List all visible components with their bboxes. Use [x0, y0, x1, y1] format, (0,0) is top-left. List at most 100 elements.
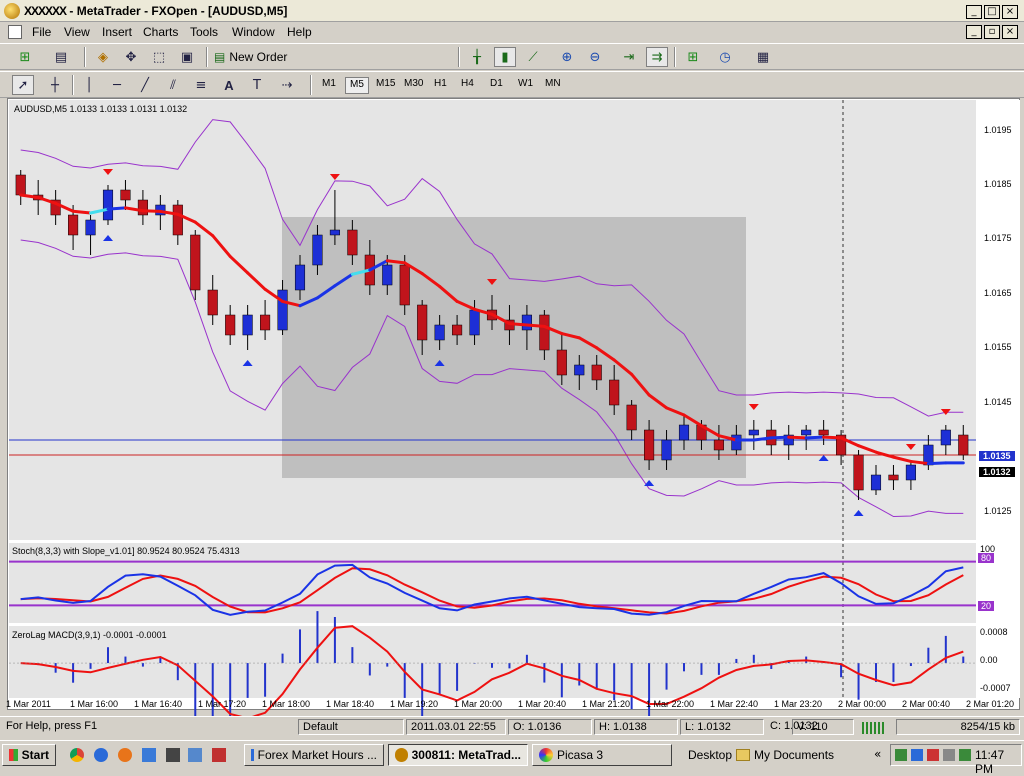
moving-average-segment — [752, 436, 773, 442]
candle-body — [85, 219, 96, 236]
candle-body — [312, 234, 323, 266]
status-datetime: 2011.03.01 22:55 — [406, 719, 506, 735]
moving-average-segment — [891, 455, 913, 463]
tray-app-icon[interactable] — [959, 749, 971, 761]
candle-body — [626, 404, 637, 431]
candle-body — [382, 264, 393, 286]
chevron-icon[interactable]: « — [874, 747, 881, 761]
moving-average-segment — [246, 271, 267, 291]
price-label: 1.0155 — [984, 342, 1012, 352]
start-button[interactable]: Start — [2, 744, 56, 766]
price-label: 1.0195 — [984, 125, 1012, 135]
candle-body — [591, 364, 602, 381]
candle-body — [137, 199, 148, 216]
desktop-toolbar[interactable]: Desktop — [688, 748, 732, 762]
status-close: C: 1.0132 — [770, 720, 818, 732]
price-label: 1.0175 — [984, 233, 1012, 243]
status-high: H: 1.0138 — [594, 719, 678, 735]
candle-body — [521, 314, 532, 331]
system-tray: 11:47 PM — [890, 744, 1022, 776]
quicklaunch-app-icon[interactable] — [166, 748, 180, 762]
candle-body — [277, 289, 288, 331]
time-axis: 1 Mar 2011 1 Mar 16:00 1 Mar 16:40 1 Mar 17… — [0, 699, 1024, 711]
quicklaunch-app-icon[interactable] — [142, 748, 156, 762]
my-documents-toolbar[interactable]: My Documents — [736, 748, 834, 762]
candle-body — [347, 229, 358, 256]
ask-price-label: 1.0132 — [979, 467, 1015, 477]
moving-average-segment — [926, 461, 948, 466]
windows-logo-icon — [9, 749, 18, 761]
candle-body — [644, 429, 655, 461]
time-label: 1 Mar 2011 — [6, 699, 51, 709]
candle-body — [120, 189, 131, 201]
buy-arrow-icon — [103, 235, 113, 241]
candle-body — [539, 314, 550, 351]
macd-level-label: 0.0008 — [980, 627, 1008, 637]
tray-app-icon[interactable] — [911, 749, 923, 761]
candle-body — [172, 204, 183, 236]
candle-body — [958, 434, 969, 456]
task-picasa[interactable]: Picasa 3 — [532, 744, 672, 766]
status-profile[interactable]: Default — [298, 719, 404, 735]
start-label: Start — [21, 748, 49, 762]
chart-canvas[interactable] — [0, 0, 1024, 768]
status-low: L: 1.0132 — [680, 719, 764, 735]
candle-body — [469, 309, 480, 336]
quicklaunch-firefox-icon[interactable] — [118, 748, 132, 762]
candle-body — [294, 264, 306, 291]
tray-network-icon[interactable] — [895, 749, 907, 761]
quicklaunch-app-icon[interactable] — [212, 748, 226, 762]
sell-arrow-icon — [748, 404, 759, 410]
time-label: 1 Mar 18:40 — [326, 699, 375, 709]
candle-body — [801, 429, 812, 436]
price-label: 1.0145 — [984, 397, 1012, 407]
status-volume: V: 110 — [792, 719, 854, 735]
time-label: 1 Mar 19:20 — [390, 699, 439, 709]
quicklaunch-chrome-icon[interactable] — [70, 748, 84, 762]
candle-body — [940, 429, 951, 446]
candle-body — [329, 229, 340, 236]
price-label: 1.0125 — [984, 506, 1012, 516]
tray-volume-icon[interactable] — [943, 749, 955, 761]
buy-arrow-icon — [818, 455, 829, 461]
price-label: 1.0185 — [984, 179, 1012, 189]
sell-arrow-icon — [905, 444, 916, 450]
time-label: 1 Mar 16:00 — [70, 699, 119, 709]
moving-average-segment — [385, 259, 407, 265]
moving-average-segment — [822, 435, 843, 440]
candle-body — [190, 234, 201, 291]
candle-body — [574, 364, 585, 376]
candle-body — [207, 289, 218, 316]
candle-body — [713, 439, 724, 451]
moving-average-segment — [106, 206, 127, 211]
task-metatrader[interactable]: 300811: MetaTrad... — [388, 744, 528, 766]
status-help: For Help, press F1 — [6, 720, 98, 732]
moving-average-segment — [71, 209, 93, 215]
buy-arrow-icon — [242, 360, 253, 366]
moving-average-segment — [141, 209, 162, 213]
stoch-signal-line — [20, 567, 964, 615]
clock[interactable]: 11:47 PM — [975, 748, 1021, 776]
moving-average-segment — [228, 254, 250, 275]
candle-body — [888, 474, 899, 481]
sell-arrow-icon — [329, 174, 340, 180]
quicklaunch-app-icon[interactable] — [188, 748, 202, 762]
time-label: 2 Mar 01:20 — [966, 699, 1015, 709]
candle-body — [68, 214, 79, 236]
quicklaunch-ie-icon[interactable] — [94, 748, 108, 762]
moving-average-segment — [909, 459, 930, 466]
tray-app-icon[interactable] — [927, 749, 939, 761]
moving-average-segment — [507, 322, 529, 327]
time-label: 2 Mar 00:00 — [838, 699, 887, 709]
time-label: 1 Mar 23:20 — [774, 699, 823, 709]
picasa-icon — [539, 748, 553, 762]
task-forex-market-hours[interactable]: Forex Market Hours ... — [244, 744, 384, 766]
candle-body — [102, 189, 114, 221]
taskbar: Start Forex Market Hours ... 300811: Met… — [0, 740, 1024, 776]
symbol-header: AUDUSD,M5 1.0133 1.0133 1.0131 1.0132 — [14, 104, 188, 114]
moving-average-segment — [857, 444, 878, 454]
candle-body — [661, 439, 672, 461]
moving-average-segment — [193, 220, 215, 238]
macd-level-label: 0.00 — [980, 655, 998, 665]
candle-body — [417, 304, 428, 341]
